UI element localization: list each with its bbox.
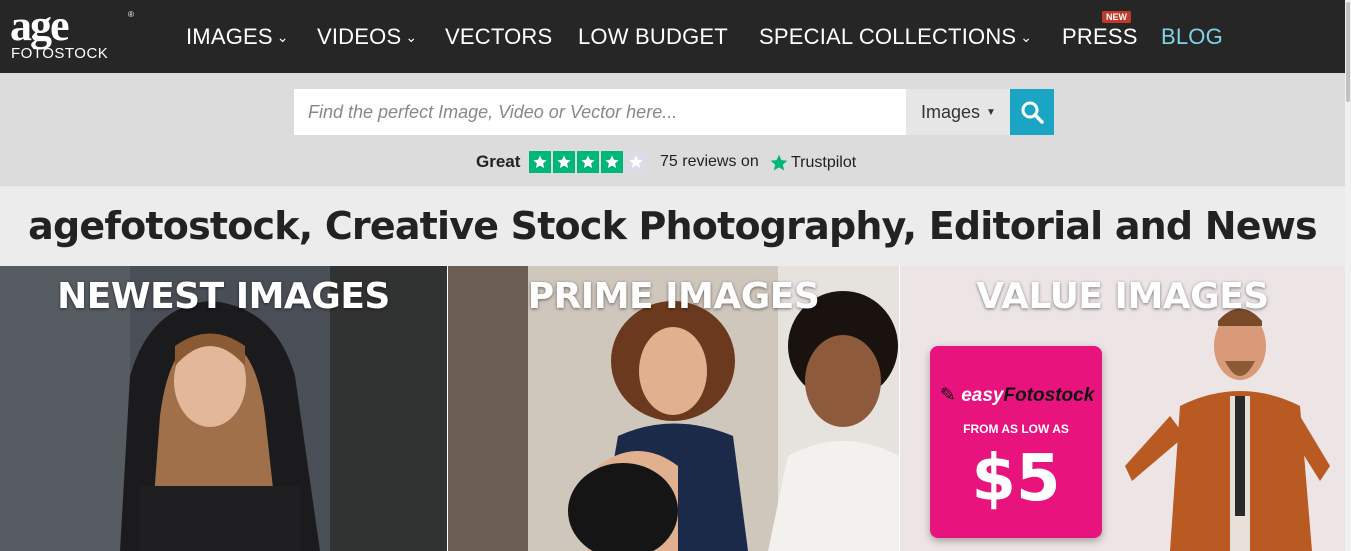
star-icon <box>577 151 599 173</box>
nav-special-collections-label: SPECIAL COLLECTIONS <box>759 24 1017 49</box>
new-badge: NEW <box>1102 11 1131 23</box>
panel-title: NEWEST IMAGES <box>57 276 390 317</box>
page-title: agefotostock, Creative Stock Photography… <box>28 204 1318 248</box>
search-type-dropdown[interactable]: Images ▼ <box>906 89 1010 135</box>
nav-press-label: PRESS <box>1062 24 1138 49</box>
nav-videos-label: VIDEOS <box>317 24 402 49</box>
nav-blog[interactable]: BLOG <box>1161 24 1223 50</box>
nav-vectors-label: VECTORS <box>445 24 553 49</box>
easyfotostock-brand: ✎ easyFotostock <box>940 384 1094 407</box>
agefotostock-logo[interactable]: age ® FOTOSTOCK <box>10 2 135 64</box>
search-icon <box>1021 101 1044 124</box>
promo-price: $5 <box>971 442 1061 516</box>
chevron-down-icon: ⌄ <box>276 29 289 45</box>
nav-vectors[interactable]: VECTORS <box>445 24 552 50</box>
star-empty-icon <box>625 151 647 173</box>
title-section: agefotostock, Creative Stock Photography… <box>0 186 1345 266</box>
panel-title: PRIME IMAGES <box>527 276 820 317</box>
promo-from-text: FROM AS LOW AS <box>963 422 1069 436</box>
logo-registered-mark: ® <box>128 10 134 19</box>
search-button[interactable] <box>1010 89 1054 135</box>
nav-blog-label: BLOG <box>1161 24 1223 49</box>
newest-images-panel[interactable]: NEWEST IMAGES <box>0 266 447 551</box>
nav-images-label: IMAGES <box>186 24 273 49</box>
search-type-label: Images <box>921 101 981 122</box>
caret-down-icon: ▼ <box>986 106 996 118</box>
trustpilot-stars[interactable] <box>529 151 647 173</box>
nav-special-collections[interactable]: SPECIAL COLLECTIONS ⌄ <box>759 24 1032 50</box>
nav-press[interactable]: PRESS <box>1062 24 1138 50</box>
page-scrollbar-thumb[interactable] <box>1346 2 1350 102</box>
prime-images-panel[interactable]: PRIME IMAGES <box>448 266 899 551</box>
promo-brand-part1: easy <box>961 385 1004 406</box>
panel-title: VALUE IMAGES <box>976 276 1269 317</box>
nav-low-budget[interactable]: LOW BUDGET <box>578 24 728 50</box>
trustpilot-reviews-count[interactable]: 75 reviews on <box>660 153 759 171</box>
star-icon <box>529 151 551 173</box>
logo-age-text: age <box>10 1 70 50</box>
search-section: Images ▼ Great 75 reviews on Trustpilot <box>0 73 1345 186</box>
top-navbar: age ® FOTOSTOCK IMAGES ⌄ VIDEOS ⌄ VECTORS … <box>0 0 1345 73</box>
logo-fotostock-text: FOTOSTOCK <box>11 45 109 62</box>
nav-low-budget-label: LOW BUDGET <box>578 24 728 49</box>
trustpilot-rating-word: Great <box>476 152 521 171</box>
trustpilot-star-icon <box>770 154 788 171</box>
trustpilot-brand: Trustpilot <box>791 154 857 171</box>
runner-icon: ✎ <box>940 385 956 406</box>
chevron-down-icon: ⌄ <box>405 29 418 45</box>
nav-images[interactable]: IMAGES ⌄ <box>186 24 289 50</box>
chevron-down-icon: ⌄ <box>1020 29 1033 45</box>
star-icon <box>553 151 575 173</box>
trustpilot-link[interactable]: Trustpilot <box>769 153 856 173</box>
value-images-panel[interactable]: VALUE IMAGES ✎ easyFotostock FROM AS LOW… <box>900 266 1345 551</box>
promo-brand-part2: Fotostock <box>1003 385 1095 406</box>
nav-videos[interactable]: VIDEOS ⌄ <box>317 24 417 50</box>
search-input[interactable] <box>294 89 906 135</box>
easyfotostock-promo-card[interactable]: ✎ easyFotostock FROM AS LOW AS $5 <box>930 346 1102 538</box>
star-icon <box>601 151 623 173</box>
